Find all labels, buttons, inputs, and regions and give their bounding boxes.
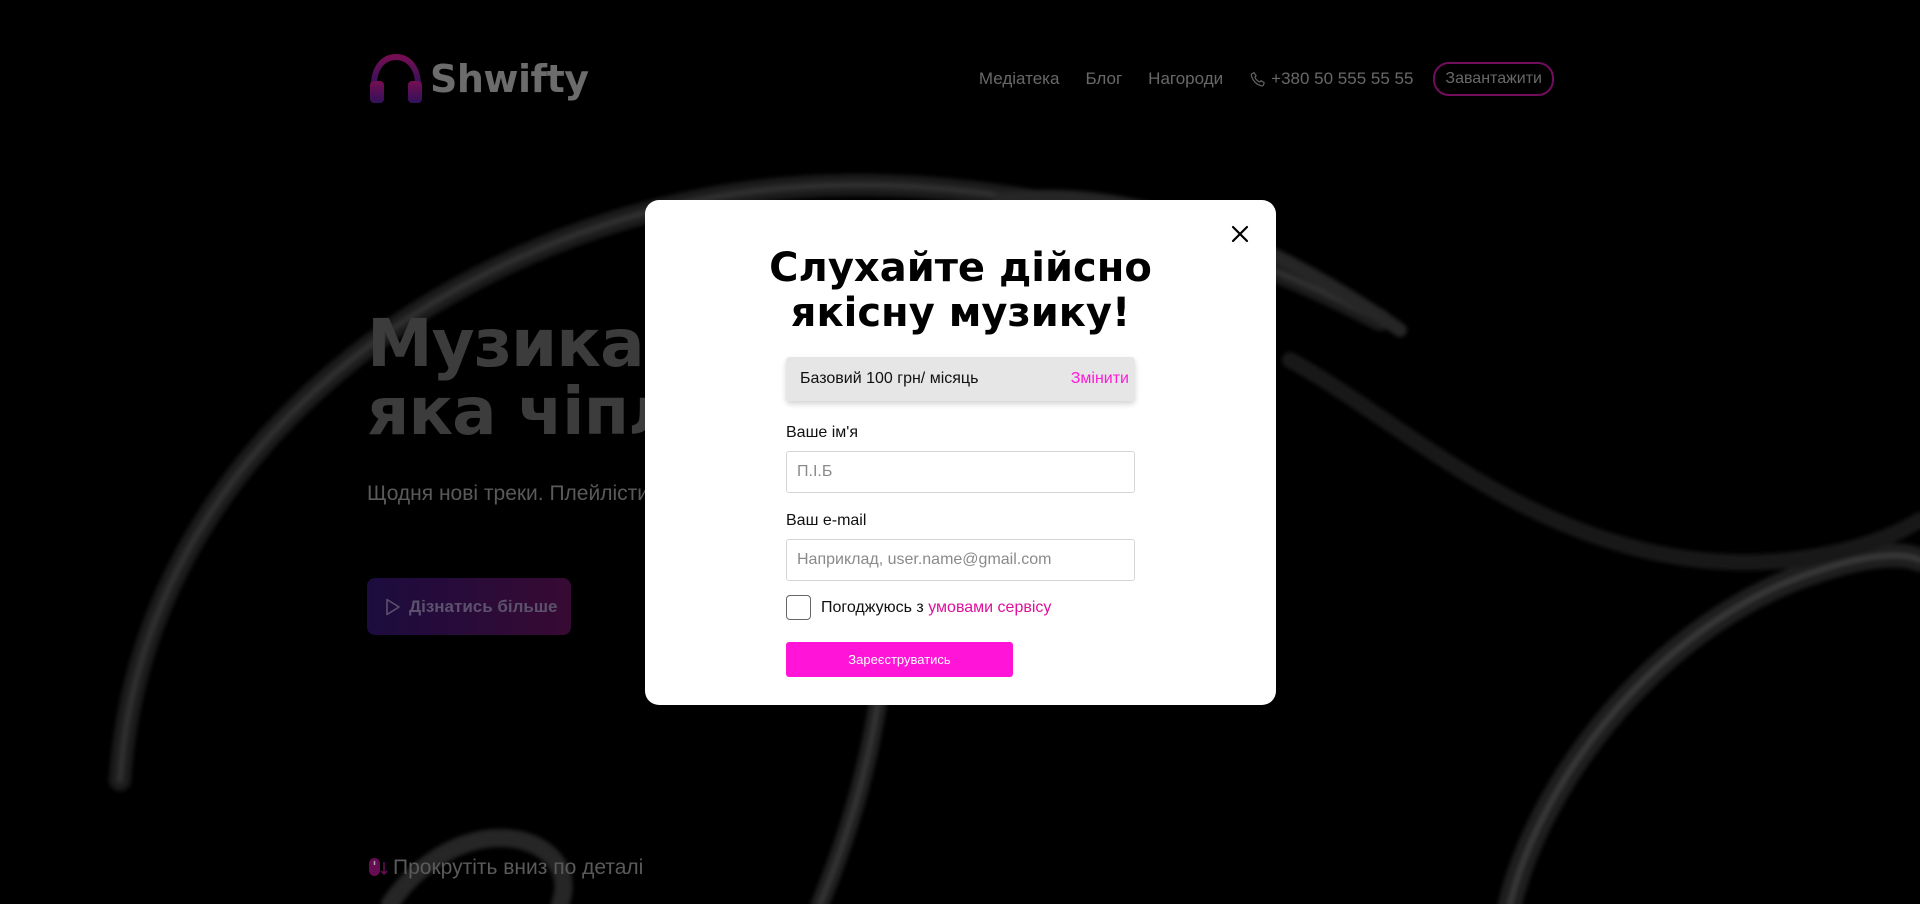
close-button[interactable] bbox=[1228, 222, 1252, 246]
register-button[interactable]: Зареєструватись bbox=[786, 642, 1013, 677]
close-icon bbox=[1231, 225, 1249, 243]
change-plan-link[interactable]: Змінити bbox=[1071, 370, 1129, 388]
terms-checkbox[interactable] bbox=[786, 595, 811, 620]
terms-link[interactable]: умовами сервісу bbox=[928, 599, 1051, 616]
name-input[interactable] bbox=[786, 451, 1135, 493]
name-label: Ваше ім'я bbox=[786, 424, 859, 441]
modal-title-line1: Слухайте дійсно bbox=[769, 245, 1152, 291]
terms-text: Погоджуюсь з умовами сервісу bbox=[821, 599, 1051, 617]
email-label: Ваш e-mail bbox=[786, 512, 867, 529]
modal-title-line2: якісну музику! bbox=[790, 290, 1131, 336]
modal-title: Слухайте дійсно якісну музику! bbox=[645, 246, 1276, 336]
email-input[interactable] bbox=[786, 539, 1135, 581]
signup-modal: Слухайте дійсно якісну музику! Базовий 1… bbox=[645, 200, 1276, 705]
plan-selector: Базовий 100 грн/ місяць Змінити bbox=[786, 357, 1135, 401]
terms-prefix: Погоджуюсь з bbox=[821, 598, 929, 616]
plan-text: Базовий 100 грн/ місяць bbox=[800, 370, 979, 387]
terms-agreement: Погоджуюсь з умовами сервісу bbox=[786, 595, 1051, 620]
